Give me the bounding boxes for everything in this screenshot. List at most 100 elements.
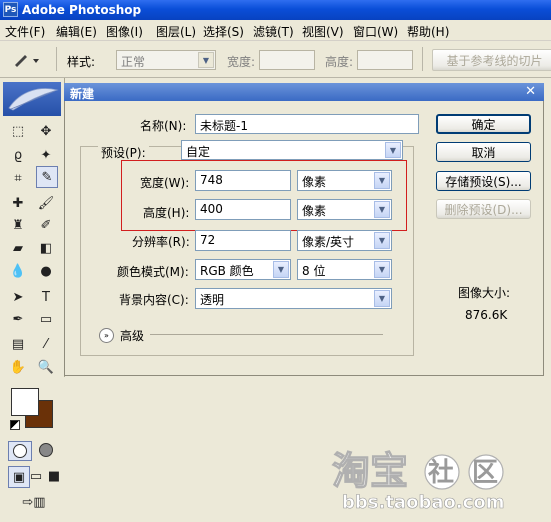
menu-layer[interactable]: 图层(L): [156, 23, 196, 40]
style-select[interactable]: 正常 ▼: [116, 50, 216, 70]
foreground-color-swatch[interactable]: [11, 388, 39, 416]
svg-text:区: 区: [472, 457, 498, 487]
chevron-down-icon: ▼: [374, 232, 390, 249]
marquee-tool-icon[interactable]: ⬚: [8, 121, 28, 141]
eraser-tool-icon[interactable]: ▰: [8, 238, 28, 258]
height-input[interactable]: [357, 50, 413, 70]
slices-from-guides-label: 基于参考线的切片: [446, 53, 543, 68]
slice-tool-icon: [15, 55, 39, 67]
gradient-tool-icon[interactable]: ◧: [36, 238, 56, 258]
menu-select[interactable]: 选择(S): [203, 23, 244, 40]
eyedropper-tool-icon[interactable]: ⁄: [36, 334, 56, 354]
resolution-unit-value: 像素/英寸: [302, 235, 355, 249]
close-icon[interactable]: ✕: [525, 84, 536, 99]
width-input[interactable]: [259, 50, 315, 70]
title-bar: Ps Adobe Photoshop: [0, 0, 551, 20]
app-title: Adobe Photoshop: [22, 3, 142, 17]
path-selection-tool-icon[interactable]: ➤: [8, 287, 28, 307]
move-tool-icon[interactable]: ✥: [36, 121, 56, 141]
clone-stamp-tool-icon[interactable]: ♜: [8, 215, 28, 235]
blur-tool-icon[interactable]: 💧: [8, 261, 28, 281]
chevron-down-icon: ▼: [374, 261, 390, 278]
resolution-input[interactable]: 72: [195, 230, 291, 251]
menu-bar: 文件(F) 编辑(E) 图像(I) 图层(L) 选择(S) 滤镜(T) 视图(V…: [0, 20, 551, 41]
dimension-highlight-box: [121, 160, 407, 231]
slices-from-guides-button[interactable]: 基于参考线的切片: [432, 49, 551, 71]
photoshop-app-icon: Ps: [3, 2, 18, 17]
height-label: 高度:: [325, 55, 354, 69]
chevron-down-icon: ▼: [273, 261, 289, 278]
screen-mode-full-icon[interactable]: ■: [44, 466, 64, 486]
zoom-tool-icon[interactable]: 🔍: [36, 357, 56, 377]
advanced-label: 高级: [120, 329, 145, 343]
ok-label: 确定: [471, 117, 496, 132]
resolution-label: 分辨率(R):: [132, 235, 190, 249]
lasso-tool-icon[interactable]: ϱ: [8, 145, 28, 165]
standard-mode-icon[interactable]: [8, 441, 32, 461]
background-contents-select[interactable]: 透明 ▼: [195, 288, 392, 309]
delete-preset-button[interactable]: 删除预设(D)...: [436, 199, 531, 219]
advanced-divider: [150, 334, 383, 335]
save-preset-button[interactable]: 存储预设(S)...: [436, 171, 531, 191]
pen-tool-icon[interactable]: ✒: [8, 309, 28, 329]
svg-text:淘宝: 淘宝: [332, 451, 408, 493]
svg-text:社: 社: [428, 457, 454, 487]
color-mode-label: 颜色模式(M):: [117, 265, 189, 279]
healing-brush-tool-icon[interactable]: ✚: [8, 193, 28, 213]
background-contents-value: 透明: [200, 293, 225, 307]
expand-advanced-icon[interactable]: »: [99, 328, 114, 343]
jump-to-imageready-icon[interactable]: ⇨▥: [14, 492, 54, 512]
resolution-unit-select[interactable]: 像素/英寸 ▼: [297, 230, 392, 251]
toolbox-header: [3, 82, 61, 116]
dialog-title-bar: 新建 ✕: [64, 83, 544, 101]
type-tool-icon[interactable]: T: [36, 287, 56, 307]
chevron-down-icon: ▼: [198, 52, 214, 68]
menu-image[interactable]: 图像(I): [106, 23, 143, 40]
dialog-title: 新建: [70, 87, 95, 101]
dodge-tool-icon[interactable]: ●: [36, 261, 56, 281]
slice-tool-icon[interactable]: ✎: [36, 166, 58, 188]
preset-value: 自定: [186, 145, 211, 159]
style-value: 正常: [121, 55, 146, 69]
menu-help[interactable]: 帮助(H): [407, 23, 449, 40]
menu-filter[interactable]: 滤镜(T): [253, 23, 294, 40]
history-brush-tool-icon[interactable]: ✐: [36, 215, 56, 235]
cancel-label: 取消: [471, 145, 496, 160]
preset-select[interactable]: 自定 ▼: [181, 140, 403, 160]
menu-file[interactable]: 文件(F): [5, 23, 45, 40]
hand-tool-icon[interactable]: ✋: [8, 357, 28, 377]
quick-mask-icon[interactable]: [35, 441, 57, 459]
tool-preset-picker[interactable]: [4, 50, 48, 70]
menu-edit[interactable]: 编辑(E): [56, 23, 97, 40]
crop-tool-icon[interactable]: ⌗: [8, 168, 28, 188]
bit-depth-value: 8 位: [302, 264, 326, 278]
color-mode-value: RGB 颜色: [200, 264, 254, 278]
default-colors-icon[interactable]: [10, 420, 20, 430]
notes-tool-icon[interactable]: ▤: [8, 334, 28, 354]
name-label: 名称(N):: [140, 119, 187, 133]
brush-tool-icon[interactable]: 🖌: [36, 193, 56, 213]
image-size-value: 876.6K: [465, 308, 508, 322]
menu-view[interactable]: 视图(V): [302, 23, 344, 40]
menu-window[interactable]: 窗口(W): [353, 23, 398, 40]
width-label: 宽度:: [227, 55, 256, 69]
options-bar: 样式: 正常 ▼ 宽度: 高度: 基于参考线的切片: [0, 41, 551, 78]
cancel-button[interactable]: 取消: [436, 142, 531, 162]
ok-button[interactable]: 确定: [436, 114, 531, 134]
shape-tool-icon[interactable]: ▭: [36, 309, 56, 329]
magic-wand-tool-icon[interactable]: ✦: [36, 145, 56, 165]
feather-logo-icon: [8, 88, 59, 111]
bit-depth-select[interactable]: 8 位 ▼: [297, 259, 392, 280]
name-input[interactable]: 未标题-1: [195, 114, 419, 134]
chevron-down-icon: ▼: [374, 290, 390, 307]
color-mode-select[interactable]: RGB 颜色 ▼: [195, 259, 291, 280]
style-label: 样式:: [67, 55, 96, 69]
background-contents-label: 背景内容(C):: [119, 293, 189, 307]
image-size-label: 图像大小:: [458, 286, 511, 300]
screen-mode-full-menu-icon[interactable]: ▭: [26, 466, 46, 486]
delete-preset-label: 删除预设(D)...: [444, 202, 523, 217]
chevron-down-icon: ▼: [385, 142, 401, 158]
preset-label: 预设(P):: [98, 144, 149, 161]
watermark-url: bbs.taobao.com: [342, 492, 505, 514]
taobao-watermark: 淘宝 社 区 bbs.taobao.com: [330, 440, 551, 519]
